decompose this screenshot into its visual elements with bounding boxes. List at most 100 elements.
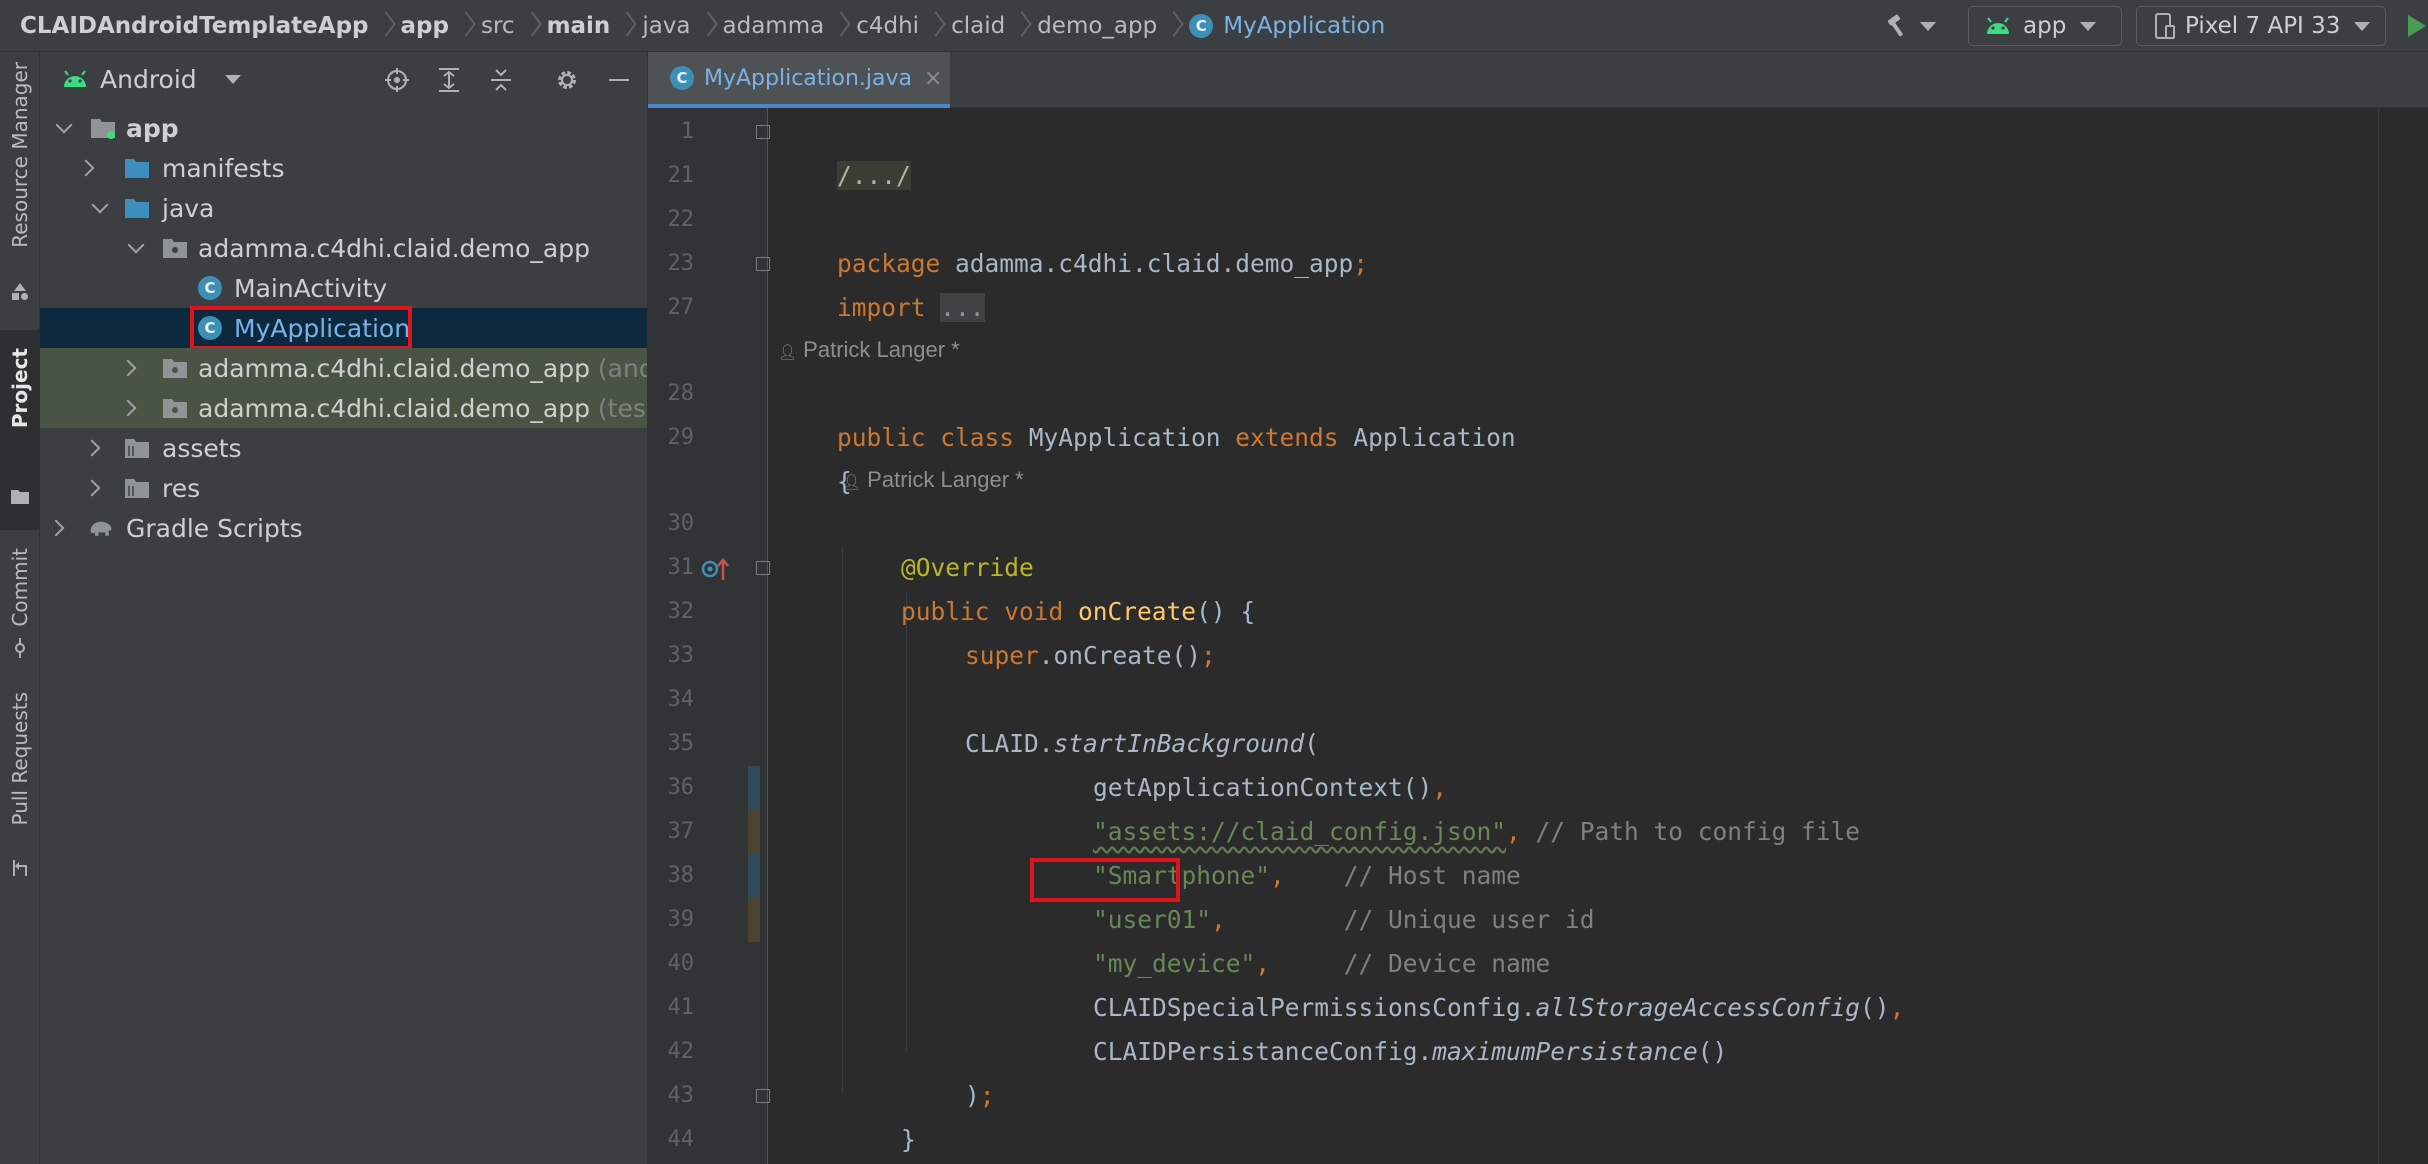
tree-item-label: adamma.c4dhi.claid.demo_app (andr bbox=[198, 353, 647, 383]
commit-icon bbox=[15, 638, 25, 658]
locate-target-icon[interactable] bbox=[384, 67, 410, 93]
module-folder-icon bbox=[91, 119, 115, 139]
line-number: 28 bbox=[667, 381, 695, 406]
tree-item-app[interactable]: app bbox=[40, 108, 647, 148]
tree-item-package-test[interactable]: adamma.c4dhi.claid.demo_app (test) bbox=[40, 388, 647, 428]
code-line-23: import ... bbox=[778, 242, 985, 322]
class-icon: C bbox=[1189, 13, 1214, 38]
tool-tab-commit[interactable]: Commit bbox=[0, 492, 40, 672]
chevron-down-icon[interactable] bbox=[91, 196, 109, 214]
line-number: 23 bbox=[667, 251, 695, 276]
tool-tab-pull-requests[interactable]: Pull Requests bbox=[0, 682, 40, 902]
breadcrumb-main[interactable]: main bbox=[547, 13, 611, 39]
breadcrumb: CLAIDAndroidTemplateApp app src main jav… bbox=[0, 0, 1385, 52]
android-icon bbox=[1985, 16, 2011, 36]
code-line-28: public class MyApplication extends Appli… bbox=[778, 372, 1516, 452]
close-icon[interactable]: × bbox=[924, 66, 942, 91]
code-line-30: @Override bbox=[842, 502, 1034, 582]
breadcrumb-adamma[interactable]: adamma bbox=[723, 13, 825, 39]
chevron-down-icon[interactable] bbox=[127, 236, 145, 254]
keyword: public class bbox=[837, 423, 1015, 452]
line-number: 27 bbox=[667, 295, 695, 320]
device-label: Pixel 7 API 33 bbox=[2185, 13, 2341, 39]
chevron-right-icon[interactable] bbox=[83, 479, 101, 497]
code-line-22: package adamma.c4dhi.claid.demo_app; bbox=[778, 198, 1368, 278]
chevron-right-icon[interactable] bbox=[47, 519, 65, 537]
tree-item-label: java bbox=[162, 193, 215, 223]
folded-imports[interactable]: ... bbox=[940, 293, 985, 322]
vcs-change-marker[interactable] bbox=[748, 898, 760, 942]
project-view-mode[interactable]: Android bbox=[100, 65, 197, 94]
tree-item-assets[interactable]: assets bbox=[40, 428, 647, 468]
code-line-36: "assets://claid_config.json", // Path to… bbox=[1034, 766, 1860, 846]
breadcrumb-project[interactable]: CLAIDAndroidTemplateApp bbox=[20, 13, 369, 39]
code-line-35: getApplicationContext(), bbox=[1034, 722, 1447, 802]
breadcrumb-claid[interactable]: claid bbox=[951, 13, 1005, 39]
tree-item-label: manifests bbox=[162, 153, 285, 183]
tree-item-gradle-scripts[interactable]: Gradle Scripts bbox=[40, 508, 647, 548]
line-number: 41 bbox=[667, 995, 695, 1020]
tool-tab-label: Project bbox=[8, 348, 32, 429]
chevron-down-icon[interactable] bbox=[55, 116, 73, 134]
tree-item-manifests[interactable]: manifests bbox=[40, 148, 647, 188]
run-icon[interactable] bbox=[2406, 13, 2428, 39]
breadcrumb-src[interactable]: src bbox=[481, 13, 515, 39]
right-margin-guide bbox=[2378, 108, 2379, 1164]
author-name: Patrick Langer * bbox=[867, 467, 1024, 492]
chevron-right-icon[interactable] bbox=[83, 439, 101, 457]
tree-item-mainactivity[interactable]: C MainActivity bbox=[40, 268, 647, 308]
chevron-right-icon[interactable] bbox=[119, 399, 137, 417]
package-icon bbox=[163, 239, 187, 258]
run-configuration-select[interactable]: app bbox=[1968, 6, 2122, 46]
code-line-42: ); bbox=[906, 1030, 995, 1110]
breadcrumb-separator bbox=[1014, 12, 1028, 40]
tree-item-java[interactable]: java bbox=[40, 188, 647, 228]
chevron-right-icon[interactable] bbox=[77, 159, 95, 177]
breadcrumb-separator bbox=[524, 12, 538, 40]
tool-tab-resource-manager[interactable]: Resource Manager bbox=[0, 62, 40, 312]
gear-icon[interactable] bbox=[554, 67, 580, 93]
keyword: super bbox=[965, 641, 1039, 670]
code-text: () bbox=[1697, 1037, 1728, 1066]
semicolon: ; bbox=[1353, 249, 1369, 278]
code-editor[interactable]: /.../ package adamma.c4dhi.claid.demo_ap… bbox=[768, 108, 2378, 1164]
folded-header[interactable]: /.../ bbox=[837, 161, 911, 190]
device-select[interactable]: Pixel 7 API 33 bbox=[2136, 6, 2386, 46]
minimize-icon[interactable] bbox=[606, 67, 632, 93]
vcs-change-marker[interactable] bbox=[748, 766, 760, 810]
collapse-all-icon[interactable] bbox=[488, 67, 514, 93]
code-text: ) bbox=[965, 1081, 980, 1110]
tree-item-label: adamma.c4dhi.claid.demo_app (test) bbox=[198, 393, 647, 423]
breadcrumb-java[interactable]: java bbox=[642, 13, 690, 39]
chevron-right-icon[interactable] bbox=[119, 359, 137, 377]
package-name: adamma.c4dhi.claid.demo_app bbox=[198, 353, 590, 383]
vcs-change-marker[interactable] bbox=[748, 854, 760, 898]
code-line-40: CLAIDSpecialPermissionsConfig.allStorage… bbox=[1034, 942, 1904, 1022]
navigation-bar: CLAIDAndroidTemplateApp app src main jav… bbox=[0, 0, 2428, 52]
code-line-32: super.onCreate(); bbox=[906, 590, 1216, 670]
breadcrumb-module[interactable]: app bbox=[401, 13, 449, 39]
code-line-34: CLAID.startInBackground( bbox=[906, 678, 1319, 758]
line-number: 37 bbox=[667, 819, 695, 844]
package-hint: (andr bbox=[597, 353, 647, 383]
breadcrumb-file[interactable]: MyApplication bbox=[1223, 13, 1385, 39]
code-line-39: "my_device", // Device name bbox=[1034, 898, 1550, 978]
vcs-change-marker[interactable] bbox=[748, 810, 760, 854]
chevron-down-icon[interactable] bbox=[224, 74, 241, 84]
breadcrumb-demo-app[interactable]: demo_app bbox=[1037, 13, 1157, 39]
package-name: adamma.c4dhi.claid.demo_app bbox=[198, 393, 590, 423]
tab-myapplication-java[interactable]: C MyApplication.java × bbox=[648, 52, 950, 108]
package-hint: (test) bbox=[597, 393, 647, 423]
build-hammer-icon[interactable] bbox=[1884, 11, 1952, 41]
line-number: 31 bbox=[667, 555, 695, 580]
static-method: maximumPersistance bbox=[1432, 1037, 1698, 1066]
tree-item-package-androidtest[interactable]: adamma.c4dhi.claid.demo_app (andr bbox=[40, 348, 647, 388]
resource-manager-icon bbox=[12, 283, 28, 300]
breadcrumb-c4dhi[interactable]: c4dhi bbox=[856, 13, 919, 39]
tree-item-package-main[interactable]: adamma.c4dhi.claid.demo_app bbox=[40, 228, 647, 268]
expand-all-icon[interactable] bbox=[436, 67, 462, 93]
override-method-icon[interactable] bbox=[700, 556, 730, 582]
semicolon: ; bbox=[979, 1081, 995, 1110]
tree-item-res[interactable]: res bbox=[40, 468, 647, 508]
breadcrumb-separator bbox=[700, 12, 714, 40]
